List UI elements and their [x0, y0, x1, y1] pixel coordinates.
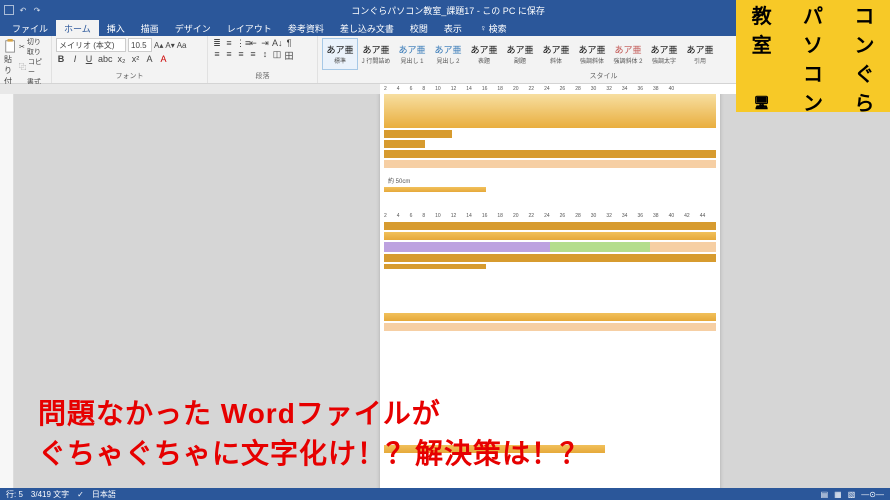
borders-icon[interactable]: 田 [284, 49, 294, 62]
status-spell-icon[interactable]: ✓ [77, 490, 84, 499]
tab-insert[interactable]: 挿入 [99, 20, 133, 36]
copy-button[interactable]: ⿻コピー [19, 58, 47, 78]
italic-button[interactable]: I [70, 54, 80, 64]
sort-icon[interactable]: A↓ [272, 38, 282, 49]
shading-icon[interactable]: ◫ [272, 49, 282, 62]
zoom-slider[interactable]: —⊙— [861, 490, 884, 499]
tab-mail[interactable]: 差し込み文書 [332, 20, 402, 36]
style-6[interactable]: あア亜斜体 [538, 38, 574, 70]
vertical-ruler[interactable] [0, 94, 14, 490]
align-right-icon[interactable]: ≡ [236, 49, 246, 62]
redo-icon[interactable]: ↷ [31, 4, 43, 16]
style-10[interactable]: あア亜引用 [682, 38, 718, 70]
brand-logo: 教パコ室ソンコぐ🖥ンら [736, 0, 890, 112]
tell-me[interactable]: ♀検索 [474, 20, 513, 36]
tab-view[interactable]: 表示 [436, 20, 470, 36]
view-web-icon[interactable]: ▧ [848, 490, 856, 499]
fontcolor-icon[interactable]: A [159, 54, 169, 64]
style-0[interactable]: あア亜標準 [322, 38, 358, 70]
status-words[interactable]: 3/419 文字 [31, 489, 69, 500]
scissors-icon: ✂ [19, 43, 25, 53]
quick-access: ↶ ↷ [0, 4, 46, 16]
shrink-font-icon[interactable]: A▾ [165, 41, 174, 50]
indent-inc-icon[interactable]: ⇥ [260, 38, 270, 49]
status-bar: 行: 5 3/419 文字 ✓ 日本語 ▤ ▦ ▧ —⊙— [0, 488, 890, 500]
style-7[interactable]: あア亜強調斜体 [574, 38, 610, 70]
status-lang[interactable]: 日本語 [92, 489, 116, 500]
align-left-icon[interactable]: ≡ [212, 49, 222, 62]
headline-overlay: 問題なかった Wordファイルが ぐちゃぐちゃに文字化け！？解決策は！？ [38, 394, 589, 474]
style-9[interactable]: あア亜強調太字 [646, 38, 682, 70]
underline-button[interactable]: U [84, 54, 94, 64]
super-icon[interactable]: x² [131, 54, 141, 64]
view-read-icon[interactable]: ▤ [821, 490, 829, 499]
tab-review[interactable]: 校閲 [402, 20, 436, 36]
highlight-icon[interactable]: A [145, 54, 155, 64]
tab-file[interactable]: ファイル [4, 20, 56, 36]
view-print-icon[interactable]: ▦ [834, 490, 842, 499]
status-page[interactable]: 行: 5 [6, 489, 23, 500]
tab-layout[interactable]: レイアウト [219, 20, 280, 36]
style-4[interactable]: あア亜表題 [466, 38, 502, 70]
group-font: メイリオ (本文) 10.5 A▴ A▾ Aa B I U abc x₂ x² … [52, 36, 208, 83]
bulb-icon: ♀ [480, 23, 487, 33]
sub-icon[interactable]: x₂ [117, 54, 127, 64]
style-2[interactable]: あア亜見出し 1 [394, 38, 430, 70]
style-5[interactable]: あア亜副題 [502, 38, 538, 70]
monitor-icon: 🖥 [736, 90, 787, 113]
font-name-combo[interactable]: メイリオ (本文) [56, 38, 126, 52]
change-case-icon[interactable]: Aa [177, 41, 187, 50]
group-paragraph: ≣ ≡ ⋮≡ ⇤ ⇥ A↓ ¶ ≡ ≡ ≡ ≡ ↕ ◫ 田 段落 [208, 36, 318, 83]
tab-ref[interactable]: 参考資料 [280, 20, 332, 36]
copy-icon: ⿻ [19, 63, 26, 73]
doc-title: コンぐらパソコン教室_課題17 - この PC に保存 [46, 4, 850, 17]
save-icon[interactable] [3, 4, 15, 16]
multilist-icon[interactable]: ⋮≡ [236, 38, 246, 49]
style-1[interactable]: あア亜J 行間詰め [358, 38, 394, 70]
indicator: 約 50cm [380, 176, 720, 185]
linespace-icon[interactable]: ↕ [260, 49, 270, 62]
marks-icon[interactable]: ¶ [284, 38, 294, 49]
cut-button[interactable]: ✂切り取り [19, 38, 47, 58]
bullets-icon[interactable]: ≣ [212, 38, 222, 49]
grow-font-icon[interactable]: A▴ [154, 41, 163, 50]
indent-dec-icon[interactable]: ⇤ [248, 38, 258, 49]
undo-icon[interactable]: ↶ [17, 4, 29, 16]
font-size-combo[interactable]: 10.5 [128, 38, 152, 52]
numbering-icon[interactable]: ≡ [224, 38, 234, 49]
style-8[interactable]: あア亜強調斜体 2 [610, 38, 646, 70]
tab-home[interactable]: ホーム [56, 20, 99, 36]
bold-button[interactable]: B [56, 54, 66, 64]
group-clipboard: 貼り付け ✂切り取り ⿻コピー ✎書式のコピー/貼り付け クリップボード [0, 36, 52, 83]
tab-draw[interactable]: 描画 [133, 20, 167, 36]
align-center-icon[interactable]: ≡ [224, 49, 234, 62]
style-3[interactable]: あア亜見出し 2 [430, 38, 466, 70]
tab-design[interactable]: デザイン [167, 20, 219, 36]
justify-icon[interactable]: ≡ [248, 49, 258, 62]
strike-icon[interactable]: abc [98, 54, 113, 64]
